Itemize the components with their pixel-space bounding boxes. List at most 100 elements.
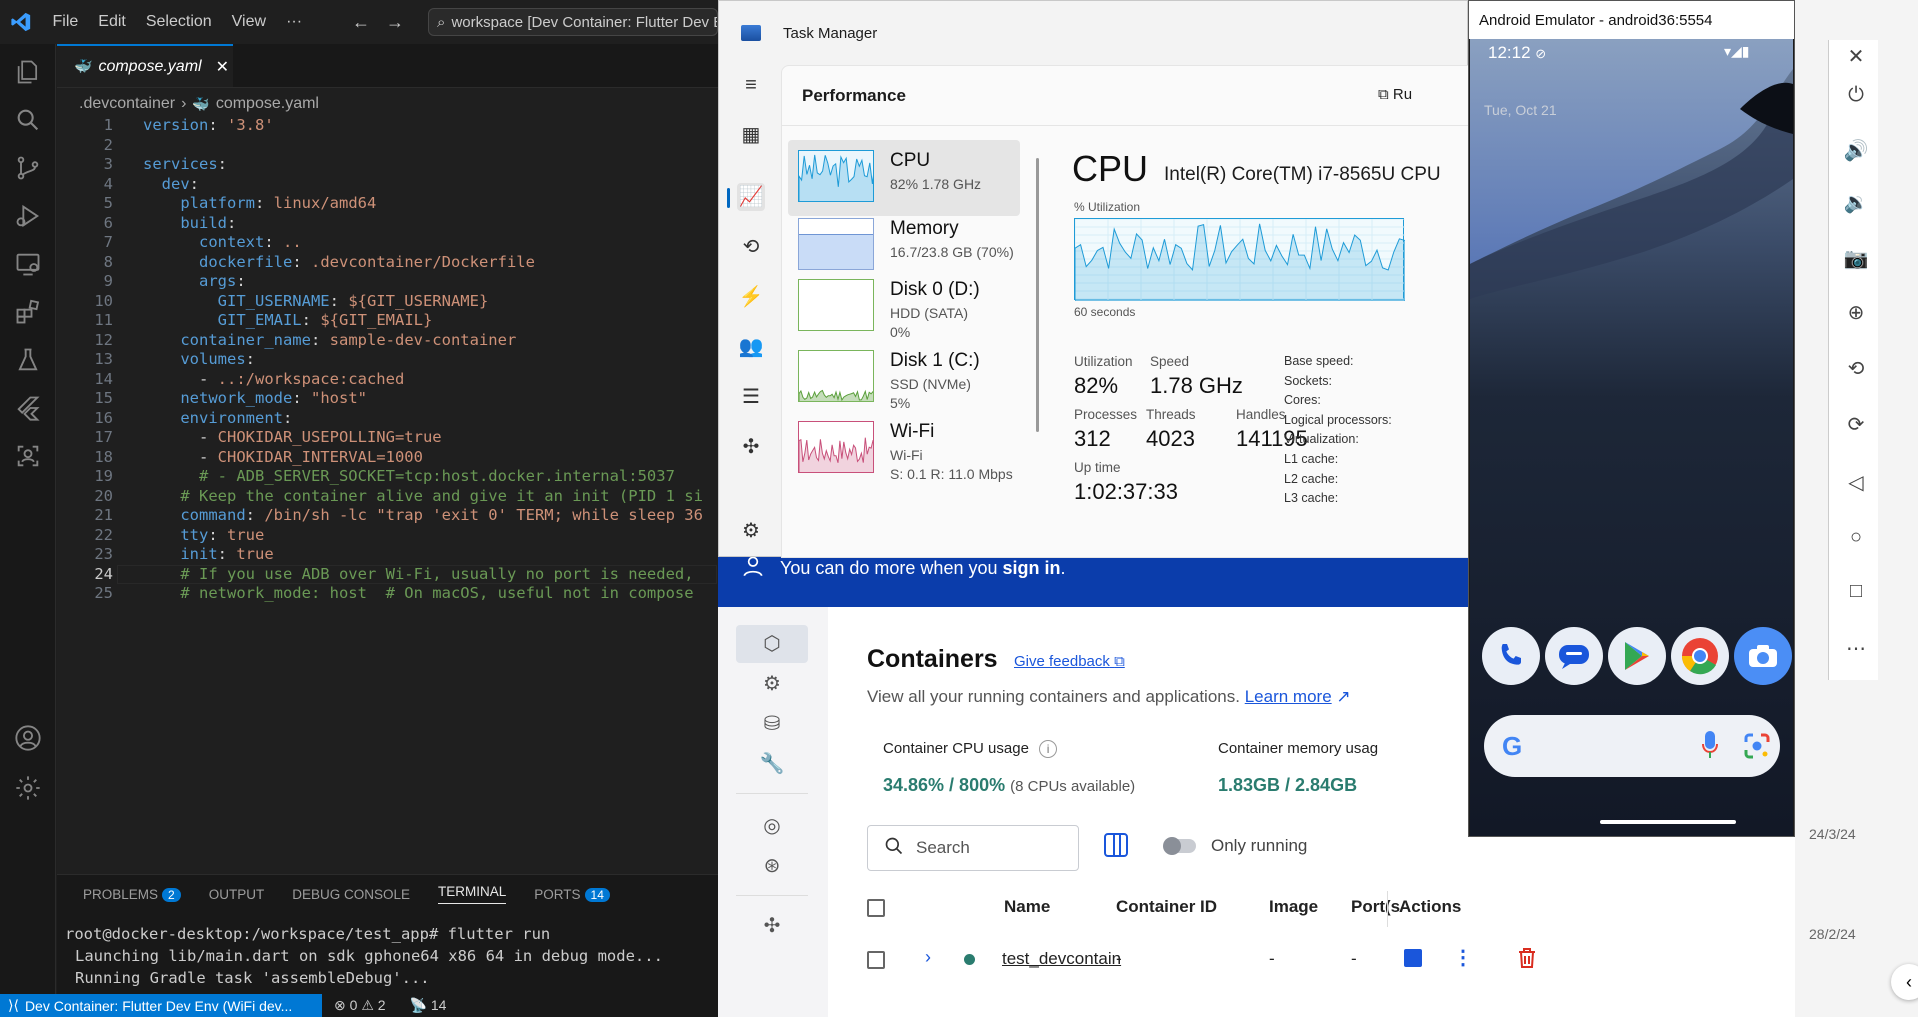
more-actions-icon[interactable]: ⋮ <box>1453 945 1473 970</box>
app-history-icon[interactable]: ⟲ <box>737 233 765 261</box>
volumes-nav-icon[interactable]: ⛁ <box>736 705 808 743</box>
columns-toggle-icon[interactable] <box>1104 833 1128 857</box>
scroll-left-button[interactable]: ‹ <box>1891 964 1918 1000</box>
tab-debug-console[interactable]: DEBUG CONSOLE <box>292 887 410 902</box>
problems-status[interactable]: ⊗ 0 ⚠ 2 <box>322 997 386 1014</box>
remote-indicator[interactable]: ⟩⟨ Dev Container: Flutter Dev Env (WiFi … <box>0 994 322 1017</box>
terminal-output[interactable]: root@docker-desktop:/workspace/test_app#… <box>57 913 718 989</box>
flutter-icon[interactable] <box>12 394 44 426</box>
gesture-navigation-bar[interactable] <box>1600 820 1736 824</box>
only-running-toggle[interactable] <box>1163 837 1196 855</box>
services-puzzle-icon[interactable]: ✣ <box>737 433 765 461</box>
tab-output[interactable]: OUTPUT <box>209 887 265 902</box>
code-line[interactable]: environment: <box>143 409 292 427</box>
more-options-icon[interactable]: ⋯ <box>1841 636 1871 661</box>
startup-apps-icon[interactable]: ⚡ <box>737 283 765 311</box>
menu-more[interactable]: ··· <box>276 13 312 31</box>
containers-nav-icon[interactable]: ⬡ <box>736 625 808 663</box>
run-new-task-button[interactable]: ⧉ Ru <box>1378 86 1412 103</box>
list-scrollbar[interactable] <box>1036 158 1039 432</box>
overview-icon[interactable]: □ <box>1841 580 1871 603</box>
code-line[interactable]: network_mode: "host" <box>143 389 367 407</box>
resource-wifi[interactable]: Wi-Fi Wi-Fi S: 0.1 R: 11.0 Mbps <box>788 411 1020 487</box>
column-container-id[interactable]: Container ID <box>1116 897 1217 917</box>
give-feedback-link[interactable]: Give feedback ⧉ <box>1014 653 1125 670</box>
column-ports[interactable]: Port(s <box>1351 897 1400 917</box>
code-line[interactable]: services: <box>143 155 227 173</box>
breadcrumb-folder[interactable]: .devcontainer <box>79 95 175 113</box>
resource-cpu[interactable]: CPU 82% 1.78 GHz <box>788 140 1020 216</box>
search-icon[interactable] <box>12 106 44 138</box>
zoom-icon[interactable]: ⊕ <box>1841 300 1871 325</box>
phone-app-icon[interactable] <box>1482 627 1540 685</box>
column-image[interactable]: Image <box>1269 897 1318 917</box>
users-icon[interactable]: 👥 <box>737 333 765 361</box>
testing-flask-icon[interactable] <box>12 346 44 378</box>
source-control-icon[interactable] <box>12 154 44 186</box>
account-icon[interactable] <box>12 724 44 756</box>
builds-wrench-icon[interactable]: 🔧 <box>736 745 808 783</box>
close-icon[interactable]: ✕ <box>1841 44 1871 69</box>
messages-app-icon[interactable] <box>1545 627 1603 685</box>
camera-app-icon[interactable] <box>1734 627 1792 685</box>
tab-compose-yaml[interactable]: 🐳 compose.yaml ✕ <box>57 44 233 87</box>
code-line[interactable]: # Keep the container alive and give it a… <box>143 487 703 505</box>
code-line[interactable]: GIT_USERNAME: ${GIT_USERNAME} <box>143 292 489 310</box>
container-search[interactable]: Search <box>867 825 1079 871</box>
column-name[interactable]: Name <box>1004 897 1050 917</box>
extensions-puzzle-icon[interactable]: ✣ <box>736 907 808 945</box>
emulator-screen[interactable]: 12:12 ⊘ ▾◢▮ Tue, Oct 21 G <box>1470 39 1793 836</box>
code-line[interactable]: # - ADB_SERVER_SOCKET=tcp:host.docker.in… <box>143 467 675 485</box>
resource-disk-0[interactable]: Disk 0 (D:) HDD (SATA) 0% <box>788 269 1020 345</box>
rotate-left-icon[interactable]: ⟲ <box>1841 356 1871 381</box>
menu-view[interactable]: View <box>222 13 276 31</box>
hamburger-menu-icon[interactable]: ≡ <box>737 71 765 99</box>
code-line[interactable]: volumes: <box>143 350 255 368</box>
remote-explorer-icon[interactable] <box>12 250 44 282</box>
code-line[interactable]: dockerfile: .devcontainer/Dockerfile <box>143 253 535 271</box>
expand-chevron-icon[interactable]: › <box>925 947 931 968</box>
microphone-icon[interactable] <box>1702 731 1718 764</box>
scout-icon[interactable]: ⊛ <box>736 847 808 885</box>
screenshot-camera-icon[interactable]: 📷 <box>1841 246 1871 271</box>
details-list-icon[interactable]: ☰ <box>737 383 765 411</box>
close-tab-icon[interactable]: ✕ <box>216 57 229 77</box>
sign-in-link[interactable]: sign in <box>1003 558 1061 578</box>
menu-selection[interactable]: Selection <box>136 13 222 31</box>
code-line[interactable]: tty: true <box>143 526 264 544</box>
menu-edit[interactable]: Edit <box>88 13 136 31</box>
explorer-icon[interactable] <box>12 58 44 90</box>
code-line[interactable]: # network_mode: host # On macOS, useful … <box>143 584 693 602</box>
google-search-bar[interactable]: G <box>1484 715 1780 777</box>
code-line[interactable]: dev: <box>143 175 199 193</box>
resource-disk-1[interactable]: Disk 1 (C:) SSD (NVMe) 5% <box>788 340 1020 416</box>
stop-button[interactable] <box>1404 949 1422 967</box>
performance-icon[interactable]: 📈 <box>737 183 765 211</box>
play-store-app-icon[interactable] <box>1608 627 1666 685</box>
chrome-app-icon[interactable] <box>1671 627 1729 685</box>
tab-problems[interactable]: PROBLEMS 2 <box>83 887 181 902</box>
breadcrumb-file[interactable]: compose.yaml <box>216 95 319 113</box>
nav-back-forward-icons[interactable]: ←→ <box>352 12 420 33</box>
settings-gear-icon[interactable]: ⚙ <box>737 517 765 545</box>
images-nav-icon[interactable]: ⚙ <box>736 665 808 703</box>
google-lens-icon[interactable] <box>1744 733 1770 764</box>
settings-gear-icon[interactable] <box>12 774 44 806</box>
menu-file[interactable]: File <box>42 13 88 31</box>
code-line[interactable]: init: true <box>143 545 273 563</box>
code-line[interactable]: - CHOKIDAR_USEPOLLING=true <box>143 428 442 446</box>
power-icon[interactable]: ⏻ <box>1841 84 1871 107</box>
home-icon[interactable]: ○ <box>1841 526 1871 549</box>
tab-terminal[interactable]: TERMINAL <box>438 884 507 904</box>
rotate-right-icon[interactable]: ⟳ <box>1841 412 1871 437</box>
code-line[interactable]: - ..:/workspace:cached <box>143 370 404 388</box>
code-line[interactable]: GIT_EMAIL: ${GIT_EMAIL} <box>143 311 433 329</box>
code-line[interactable]: command: /bin/sh -lc "trap 'exit 0' TERM… <box>143 506 703 524</box>
command-center-search[interactable]: ⌕ workspace [Dev Container: Flutter Dev … <box>428 8 718 36</box>
volume-down-icon[interactable]: 🔉 <box>1841 190 1871 215</box>
code-line[interactable]: build: <box>143 214 236 232</box>
ports-status[interactable]: 📡 14 <box>386 997 447 1014</box>
info-icon[interactable]: i <box>1039 740 1058 758</box>
code-line[interactable]: container_name: sample-dev-container <box>143 331 516 349</box>
docker-hub-icon[interactable]: ◎ <box>736 807 808 845</box>
